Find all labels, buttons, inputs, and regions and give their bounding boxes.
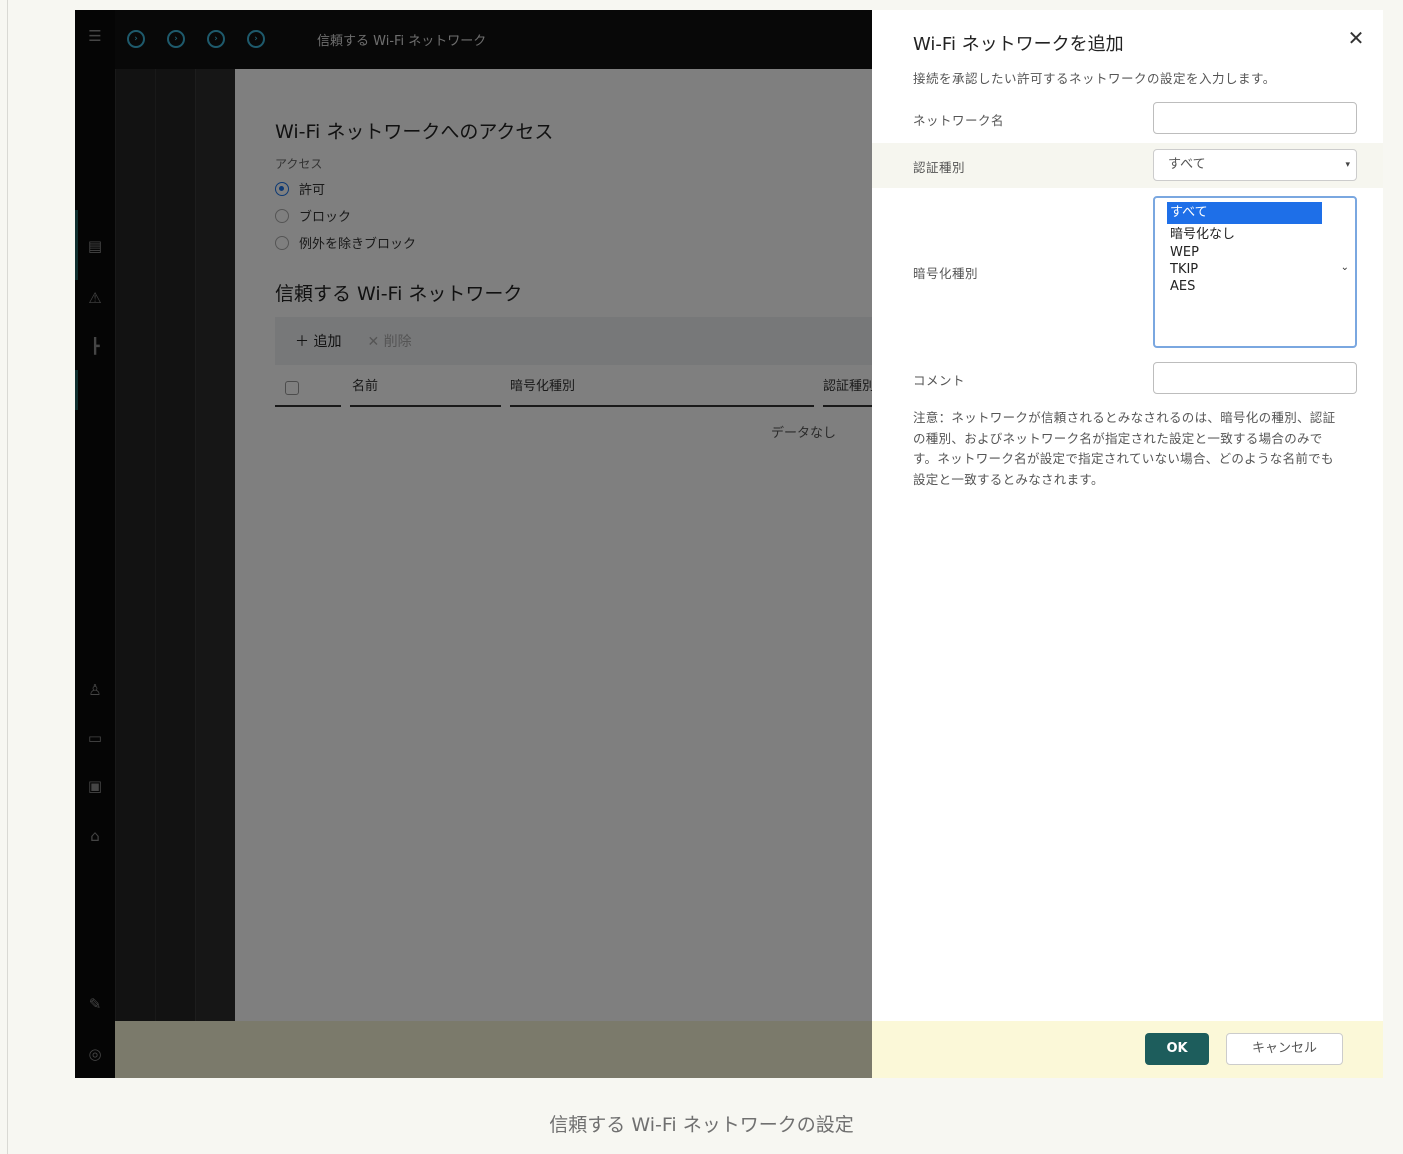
chevron-down-icon: ⌄ [1340, 262, 1349, 273]
screenshot: ☰ ▤ ⚠ ┣ ♙ ▭ ▣ ⌂ ✎ ◎ › › › › 信頼する Wi-Fi ネ… [75, 10, 1383, 1078]
encryption-option[interactable]: すべて [1167, 202, 1322, 224]
add-wifi-drawer: Wi-Fi ネットワークを追加 ✕ 接続を承認したい許可するネットワークの設定を… [872, 10, 1383, 1078]
app-background: ☰ ▤ ⚠ ┣ ♙ ▭ ▣ ⌂ ✎ ◎ › › › › 信頼する Wi-Fi ネ… [75, 10, 883, 1078]
comment-label: コメント [913, 373, 966, 388]
drawer-footer: OK キャンセル [872, 1021, 1383, 1078]
comment-input[interactable] [1153, 362, 1357, 394]
drawer-subtitle: 接続を承認したい許可するネットワークの設定を入力します。 [913, 71, 1276, 86]
encryption-listbox[interactable]: すべて 暗号化なし WEP TKIP AES ⌄ [1153, 196, 1357, 348]
ok-button[interactable]: OK [1145, 1033, 1209, 1065]
close-icon[interactable]: ✕ [1344, 26, 1368, 50]
auth-select[interactable]: すべて ▾ [1153, 149, 1357, 181]
auth-select-value: すべて [1168, 157, 1206, 172]
encryption-option[interactable]: AES [1167, 278, 1322, 295]
auth-label: 認証種別 [913, 160, 966, 175]
encryption-label: 暗号化種別 [913, 266, 979, 281]
figure-caption: 信頼する Wi-Fi ネットワークの設定 [549, 1114, 854, 1136]
note-text: 注意：ネットワークが信頼されるとみなされるのは、暗号化の種別、認証の種別、および… [913, 410, 1336, 487]
encryption-option[interactable]: TKIP [1167, 261, 1322, 278]
network-name-input[interactable] [1153, 102, 1357, 134]
chevron-down-icon: ▾ [1345, 160, 1350, 170]
modal-overlay[interactable] [75, 10, 872, 1078]
network-name-label: ネットワーク名 [913, 113, 1005, 128]
drawer-title: Wi-Fi ネットワークを追加 [913, 34, 1124, 55]
cancel-button[interactable]: キャンセル [1226, 1033, 1343, 1065]
encryption-option[interactable]: 暗号化なし [1167, 225, 1322, 244]
encryption-option[interactable]: WEP [1167, 244, 1322, 261]
